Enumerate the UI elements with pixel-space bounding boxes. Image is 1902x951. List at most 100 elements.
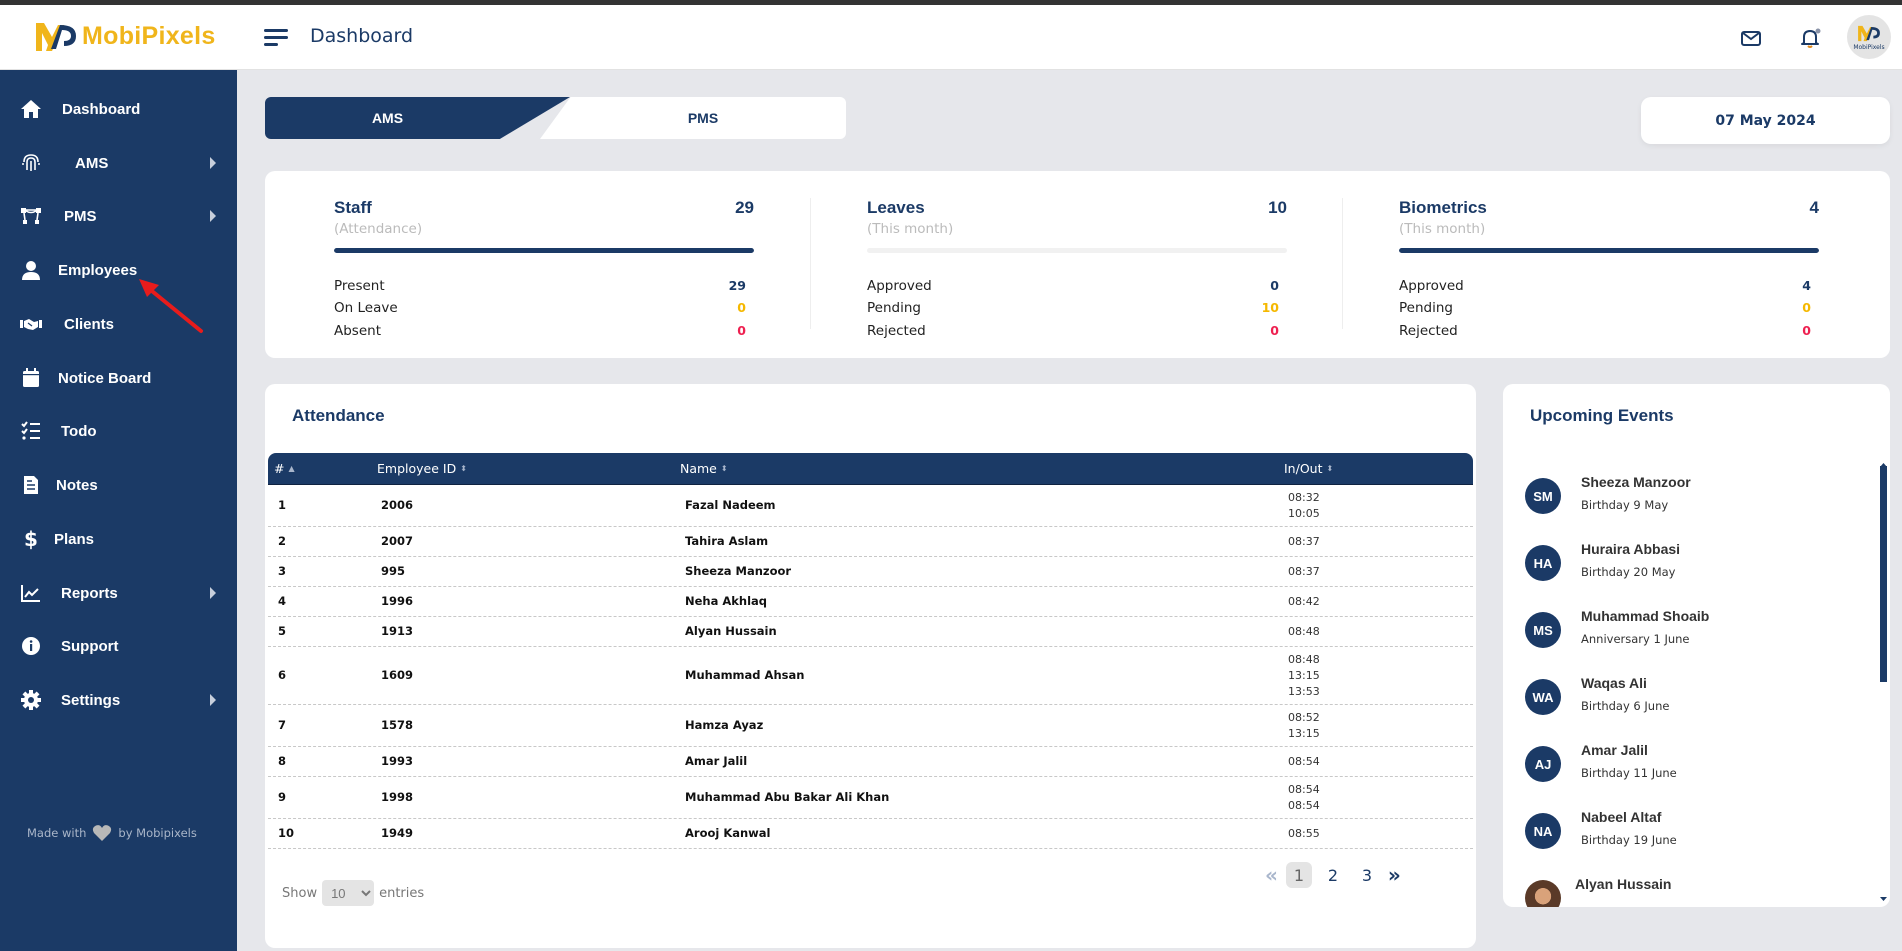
column-header-in-out[interactable]: In/Out ⬍ — [1284, 461, 1333, 476]
sidebar-item-employees[interactable]: Employees — [0, 248, 237, 292]
event-item[interactable]: NA Nabeel Altaf Birthday 19 June — [1525, 809, 1865, 859]
stat-total: 10 — [1268, 198, 1287, 217]
stat-row: Approved 0 — [867, 278, 1287, 294]
tab-pms[interactable]: PMS — [540, 97, 846, 139]
tab-ams[interactable]: AMS — [265, 97, 570, 139]
punch-time: 10:05 — [1288, 507, 1320, 520]
cell-employee-id: 1913 — [381, 624, 414, 638]
sidebar-item-notice-board[interactable]: Notice Board — [0, 356, 237, 400]
line-chart-icon — [21, 585, 40, 602]
event-item[interactable]: Alyan Hussain — [1525, 876, 1865, 907]
chevron-right-icon — [210, 210, 216, 222]
user-avatar[interactable]: MobiPixels — [1847, 15, 1891, 59]
table-row[interactable]: 8 1993 Amar Jalil 08:54 — [268, 747, 1473, 777]
bell-icon[interactable] — [1799, 27, 1821, 49]
sidebar-item-label: Notes — [56, 476, 98, 494]
stat-progress-fill — [1399, 248, 1819, 253]
cell-in-out: 08:37 — [1288, 564, 1320, 580]
cell-number: 5 — [278, 624, 287, 638]
table-row[interactable]: 9 1998 Muhammad Abu Bakar Ali Khan 08:54 08:… — [268, 777, 1473, 819]
stat-row: Absent 0 — [334, 323, 754, 339]
cell-number: 6 — [278, 668, 287, 682]
sidebar-item-label: Employees — [58, 261, 138, 279]
column-header-name[interactable]: Name ⬍ — [680, 461, 728, 476]
chevron-right-icon — [210, 694, 216, 706]
document-icon — [24, 476, 38, 494]
scroll-down-icon[interactable] — [1880, 896, 1887, 902]
page-button-1[interactable]: 1 — [1285, 862, 1312, 888]
cell-number: 3 — [278, 564, 287, 578]
event-item[interactable]: SM Sheeza Manzoor Birthday 9 May — [1525, 474, 1865, 524]
menu-toggle-button[interactable] — [264, 29, 288, 47]
table-row[interactable]: 6 1609 Muhammad Ahsan 08:48 13:15 13:53 — [268, 647, 1473, 705]
sidebar-item-dashboard[interactable]: Dashboard — [0, 87, 237, 131]
next-page-button[interactable]: » — [1388, 863, 1401, 887]
column-header-number[interactable]: # ▲ — [274, 461, 295, 476]
stat-row: Pending 10 — [867, 300, 1287, 316]
stat-row-label: Absent — [334, 323, 381, 339]
event-item[interactable]: AJ Amar Jalil Birthday 11 June — [1525, 742, 1865, 792]
cell-in-out: 08:32 10:05 — [1288, 490, 1320, 522]
stat-progress-bar — [334, 248, 754, 253]
sidebar-item-settings[interactable]: Settings — [0, 678, 237, 722]
mail-icon[interactable] — [1740, 27, 1762, 49]
svg-text:$: $ — [24, 528, 38, 550]
event-detail: Anniversary 1 June — [1581, 632, 1690, 646]
page-size-select[interactable]: 10 — [322, 880, 375, 906]
stat-subtitle: (This month) — [867, 221, 954, 237]
table-row[interactable]: 1 2006 Fazal Nadeem 08:32 10:05 — [268, 485, 1473, 527]
stat-row-value: 29 — [728, 278, 746, 293]
footer-suffix: by Mobipixels — [118, 826, 197, 840]
event-person-name: Huraira Abbasi — [1581, 541, 1681, 557]
pagination: « 1 2 3 » — [1265, 862, 1401, 888]
table-row[interactable]: 3 995 Sheeza Manzoor 08:37 — [268, 557, 1473, 587]
table-row[interactable]: 5 1913 Alyan Hussain 08:48 — [268, 617, 1473, 647]
column-header-employee-id[interactable]: Employee ID ⬍ — [377, 461, 467, 476]
page-button-3[interactable]: 3 — [1354, 862, 1380, 888]
sort-asc-icon: ▲ — [288, 463, 295, 473]
sidebar-item-plans[interactable]: $ Plans — [0, 517, 237, 561]
top-header: MobiPixels Dashboard MobiPixels — [0, 5, 1902, 70]
cell-number: 9 — [278, 790, 287, 804]
sidebar-item-notes[interactable]: Notes — [0, 463, 237, 507]
event-item[interactable]: MS Muhammad Shoaib Anniversary 1 June — [1525, 608, 1865, 658]
stat-total: 4 — [1809, 198, 1819, 217]
avatar-logo-icon — [1858, 25, 1880, 42]
stat-total: 29 — [735, 198, 754, 217]
table-row[interactable]: 10 1949 Arooj Kanwal 08:55 — [268, 819, 1473, 849]
cell-name: Tahira Aslam — [685, 534, 769, 548]
cell-employee-id: 1998 — [381, 790, 414, 804]
cell-in-out: 08:55 — [1288, 826, 1320, 842]
stat-row: Present 29 — [334, 278, 754, 294]
divider — [810, 198, 811, 329]
event-item[interactable]: WA Waqas Ali Birthday 6 June — [1525, 675, 1865, 725]
event-person-name: Amar Jalil — [1581, 742, 1648, 758]
sidebar-item-reports[interactable]: Reports — [0, 571, 237, 615]
table-row[interactable]: 4 1996 Neha Akhlaq 08:42 — [268, 587, 1473, 617]
stats-card: Staff 29 (Attendance) Present 29 On Leave 0 Abs… — [265, 171, 1890, 358]
sidebar-item-clients[interactable]: Clients — [0, 302, 237, 346]
events-scrollbar-thumb[interactable] — [1880, 466, 1887, 682]
checklist-icon — [21, 421, 40, 440]
punch-time: 08:54 — [1288, 755, 1320, 768]
stat-row-value: 0 — [737, 300, 746, 315]
sidebar-item-todo[interactable]: Todo — [0, 409, 237, 453]
punch-time: 13:53 — [1288, 685, 1320, 698]
prev-page-button[interactable]: « — [1265, 863, 1278, 887]
event-item[interactable]: HA Huraira Abbasi Birthday 20 May — [1525, 541, 1865, 591]
sidebar-item-support[interactable]: Support — [0, 624, 237, 668]
table-row[interactable]: 2 2007 Tahira Aslam 08:37 — [268, 527, 1473, 557]
cell-in-out: 08:54 — [1288, 754, 1320, 770]
table-row[interactable]: 7 1578 Hamza Ayaz 08:52 13:15 — [268, 705, 1473, 747]
sidebar-item-ams[interactable]: AMS — [0, 141, 237, 185]
tab-ams-label: AMS — [371, 110, 404, 126]
module-tabs: AMS PMS — [265, 97, 846, 139]
stat-row-value: 4 — [1802, 278, 1811, 293]
avatar-photo — [1525, 880, 1561, 907]
sidebar-item-pms[interactable]: PMS — [0, 194, 237, 238]
page-button-2[interactable]: 2 — [1320, 862, 1346, 888]
brand-logo[interactable]: MobiPixels — [34, 19, 216, 53]
cell-in-out: 08:42 — [1288, 594, 1320, 610]
punch-time: 08:54 — [1288, 783, 1320, 796]
cell-in-out: 08:52 13:15 — [1288, 710, 1320, 742]
